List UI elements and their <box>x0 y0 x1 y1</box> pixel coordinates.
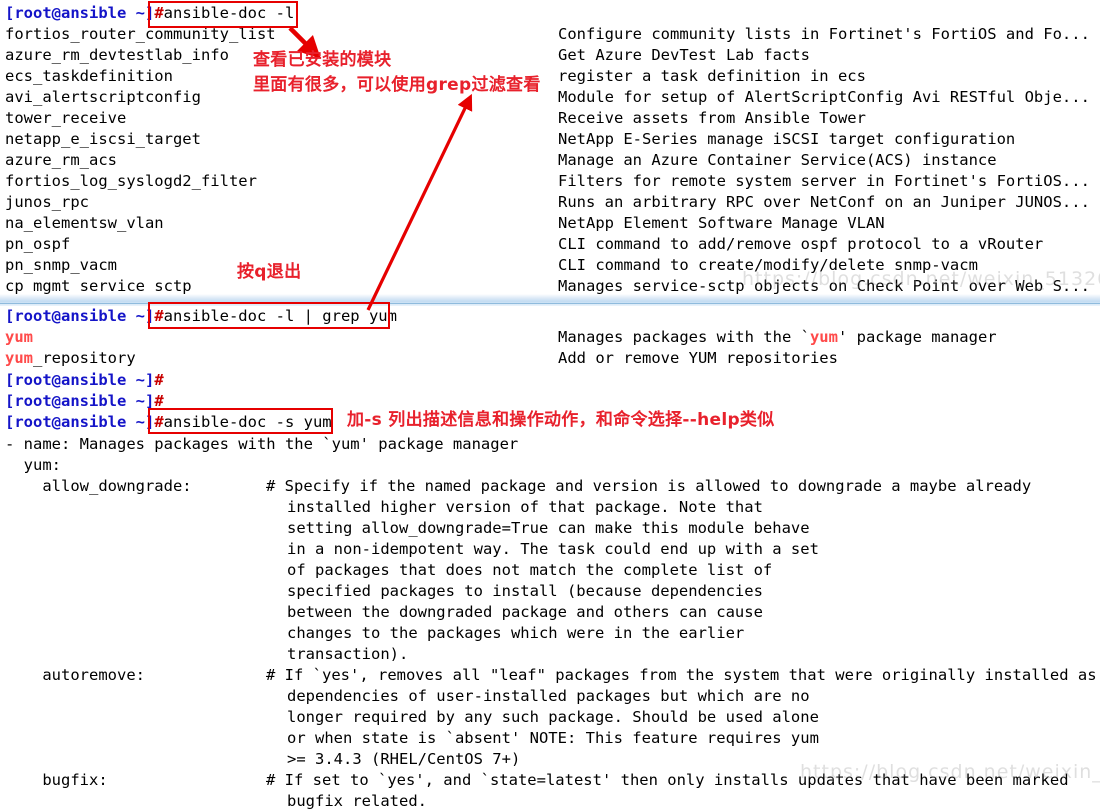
pane-divider-line <box>0 303 1100 304</box>
terminal-screenshot: [root@ansible ~]#ansible-doc -l fortios_… <box>0 0 1100 810</box>
prompt-hash: # <box>154 4 164 22</box>
module-description: NetApp Element Software Manage VLAN <box>558 214 885 232</box>
grep-result-description: Add or remove YUM repositories <box>558 348 838 369</box>
module-description: Runs an arbitrary RPC over NetConf on an… <box>558 193 1090 211</box>
module-description: CLI command to create/modify/delete snmp… <box>558 256 978 274</box>
module-description-column: Configure community lists in Fortinet's … <box>558 24 1090 297</box>
command-line-show-snippet[interactable]: [root@ansible ~]#ansible-doc -s yum <box>5 412 332 433</box>
module-name-column: fortios_router_community_list azure_rm_d… <box>5 24 276 297</box>
doc-option-comment: # Specify if the named package and versi… <box>266 477 1032 495</box>
doc-option-comment-line: of packages that does not match the comp… <box>287 561 773 579</box>
doc-option-comment-line: installed higher version of that package… <box>287 498 763 516</box>
prompt-hash: # <box>154 371 164 389</box>
module-name: pn_snmp_vacm <box>5 256 117 274</box>
desc-post: ' package manager <box>837 328 997 346</box>
prompt-hash: # <box>154 413 164 431</box>
doc-option-comment-line: dependencies of user-installed packages … <box>287 687 810 705</box>
module-name: na_elementsw_vlan <box>5 214 164 232</box>
shell-prompt: [root@ansible ~] <box>5 4 155 22</box>
module-name: fortios_router_community_list <box>5 25 276 43</box>
command-line-empty[interactable]: [root@ansible ~]# <box>5 391 164 412</box>
doc-option-comment: # If set to `yes', and `state=latest' th… <box>266 771 1069 789</box>
grep-match: yum <box>5 328 33 346</box>
module-description: Get Azure DevTest Lab facts <box>558 46 810 64</box>
doc-option-key: bugfix: <box>5 771 108 789</box>
shell-prompt: [root@ansible ~] <box>5 371 155 389</box>
grep-result-row: yum_repository <box>5 348 136 369</box>
desc-match: yum <box>809 328 838 346</box>
shell-prompt: [root@ansible ~] <box>5 392 155 410</box>
module-name: azure_rm_devtestlab_info <box>5 46 229 64</box>
module-name: pn_ospf <box>5 235 71 253</box>
module-name: fortios_log_syslogd2_filter <box>5 172 257 190</box>
doc-option-comment-line: bugfix related. <box>287 792 427 810</box>
doc-option-comment-line: transaction). <box>287 645 409 663</box>
shell-prompt: [root@ansible ~] <box>5 413 155 431</box>
annotation-note-s-flag: 加-s 列出描述信息和操作动作，和命令选择--help类似 <box>347 410 775 430</box>
doc-option-comment-line: specified packages to install (because d… <box>287 582 763 600</box>
annotation-note-quit: 按q退出 <box>237 262 302 282</box>
module-description: CLI command to add/remove ospf protocol … <box>558 235 1044 253</box>
annotation-note-modules-line2: 里面有很多，可以使用grep过滤查看 <box>253 75 541 95</box>
prompt-hash: # <box>154 307 164 325</box>
module-name: avi_alertscriptconfig <box>5 88 201 106</box>
command-text: ansible-doc -s yum <box>163 413 332 431</box>
prompt-hash: # <box>154 392 164 410</box>
module-description: Module for setup of AlertScriptConfig Av… <box>558 88 1090 106</box>
doc-option-comment-line: setting allow_downgrade=True can make th… <box>287 519 810 537</box>
grep-result-description: Manages packages with the `yum' package … <box>558 327 997 348</box>
doc-module-key: yum: <box>5 456 61 474</box>
pane-divider <box>0 294 1100 306</box>
annotation-note-modules-line1: 查看已安装的模块 <box>253 50 392 70</box>
doc-option-comment-line: >= 3.4.3 (RHEL/CentOS 7+) <box>287 750 521 768</box>
shell-prompt: [root@ansible ~] <box>5 307 155 325</box>
doc-option-key: allow_downgrade: <box>5 477 192 495</box>
doc-header: - name: Manages packages with the `yum' … <box>5 435 519 453</box>
command-line-empty[interactable]: [root@ansible ~]# <box>5 370 164 391</box>
doc-option-comment-line: longer required by any such package. Sho… <box>287 708 819 726</box>
grep-rest: _repository <box>33 349 136 367</box>
doc-option-comment-line: changes to the packages which were in th… <box>287 624 745 642</box>
command-text: ansible-doc -l | grep yum <box>163 307 397 325</box>
doc-option-comment-line: in a non-idempotent way. The task could … <box>287 540 819 558</box>
module-name: tower_receive <box>5 109 127 127</box>
command-text: ansible-doc -l <box>163 4 295 22</box>
doc-option-comment: # If `yes', removes all "leaf" packages … <box>266 666 1097 684</box>
doc-option-key: autoremove: <box>5 666 145 684</box>
desc-pre: Add or remove YUM repositories <box>558 349 838 367</box>
command-line-grep[interactable]: [root@ansible ~]#ansible-doc -l | grep y… <box>5 306 397 327</box>
module-name: azure_rm_acs <box>5 151 117 169</box>
module-description: Receive assets from Ansible Tower <box>558 109 866 127</box>
module-description: Configure community lists in Fortinet's … <box>558 25 1090 43</box>
desc-pre: Manages packages with the ` <box>558 328 810 346</box>
module-list-pane: [root@ansible ~]#ansible-doc -l fortios_… <box>0 0 1100 297</box>
module-name: netapp_e_iscsi_target <box>5 130 201 148</box>
module-description: register a task definition in ecs <box>558 67 866 85</box>
module-description: NetApp E-Series manage iSCSI target conf… <box>558 130 1016 148</box>
module-description: Manage an Azure Container Service(ACS) i… <box>558 151 997 169</box>
module-name: junos_rpc <box>5 193 89 211</box>
grep-match: yum <box>5 349 33 367</box>
doc-option-comment-line: between the downgraded package and other… <box>287 603 763 621</box>
module-name: ecs_taskdefinition <box>5 67 173 85</box>
module-description: Filters for remote system server in Fort… <box>558 172 1090 190</box>
grep-result-row: yum <box>5 327 33 348</box>
command-line-list[interactable]: [root@ansible ~]#ansible-doc -l <box>5 3 294 24</box>
doc-option-comment-line: or when state is `absent' NOTE: This fea… <box>287 729 819 747</box>
